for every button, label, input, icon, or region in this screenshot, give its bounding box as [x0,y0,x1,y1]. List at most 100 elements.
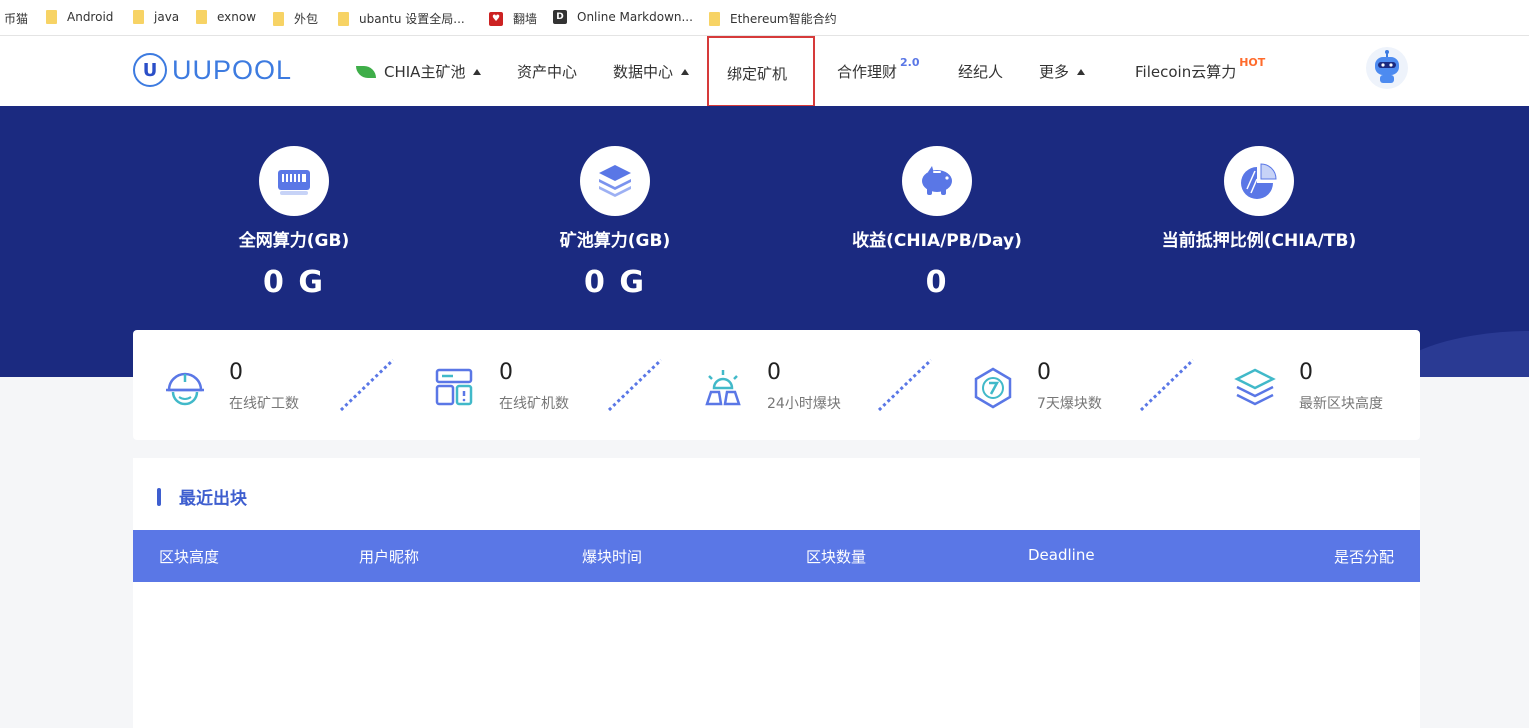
nav-label: CHIA主矿池 [384,63,466,81]
piggy-bank-icon [902,146,972,216]
column-header: 爆块时间 [582,548,643,566]
folder-icon [46,10,57,24]
folder-icon [338,11,349,26]
recent-blocks-title: 最近出块 [157,484,247,509]
folder-icon [133,10,144,24]
counter-value: 0 [499,360,513,385]
column-header: 区块数量 [806,548,867,566]
nav-broker[interactable]: 经纪人 [958,61,1003,82]
caret-up-icon [473,68,482,75]
bookmark-label: 币猫 [4,12,29,26]
nav-finance[interactable]: 合作理财 2.0 [837,56,920,82]
bookmark-ethereum[interactable]: Ethereum智能合约 [709,10,837,27]
dashed-divider [607,358,663,412]
bookmark-markdown[interactable]: D Online Markdown... [553,10,693,24]
vpn-favicon-icon: ♥ [489,11,503,26]
counter-online-workers: 0 在线矿工数 [163,360,299,413]
nav-label: 资产中心 [517,63,578,81]
bookmark-label: 翻墙 [513,12,538,26]
leaf-icon [356,65,376,78]
caret-up-icon [1077,68,1086,75]
pie-chart-icon [1224,146,1294,216]
bookmark-label: Android [67,10,114,24]
dashed-divider [1139,358,1195,412]
bookmark-label: java [154,10,180,24]
nav-bind-miner[interactable]: 绑定矿机 [727,63,787,84]
site-header: U UUPOOL CHIA主矿池 资产中心 数据中心 绑定矿机 合作理财 2.0… [0,36,1529,107]
bookmark-label: exnow [217,10,257,24]
logo-mark: U [133,53,167,87]
column-header: 是否分配 [1333,548,1394,566]
counter-label: 最新区块高度 [1299,396,1383,412]
nav-data-center[interactable]: 数据中心 [613,61,690,82]
nav-more[interactable]: 更多 [1039,61,1086,82]
alarm-icon [705,370,741,406]
nav-label: 经纪人 [958,63,1004,81]
nav-label: Filecoin云算力 [1135,63,1237,81]
column-header: Deadline [1028,546,1095,564]
bookmark-waibao[interactable]: 外包 [273,10,318,27]
bookmark-label: ubantu 设置全局... [359,12,465,26]
seven-day-icon [974,367,1012,409]
dashed-divider [339,358,395,412]
helmet-icon [166,372,204,406]
counter-label: 在线矿机数 [499,396,569,412]
stat-earnings: 收益(CHIA/PB/Day) 0 [812,146,1062,300]
stat-value: 0 [925,265,949,300]
logo-text: UUPOOL [172,54,293,85]
bookmark-exnow[interactable]: exnow [196,10,256,24]
bookmark-label: 外包 [294,12,319,26]
robot-avatar-icon [1375,50,1399,83]
folder-icon [273,11,284,26]
column-header: 用户昵称 [359,548,420,566]
stat-label: 矿池算力(GB) [559,231,671,251]
nav-label: 数据中心 [613,63,674,81]
nav-label: 合作理财 [837,63,898,81]
stat-pool-power: 矿池算力(GB) 0 G [490,146,740,300]
counter-label: 在线矿工数 [229,396,299,412]
bookmark-bimao[interactable]: 币猫 [4,10,28,27]
section-title: 最近出块 [179,489,247,509]
counter-value: 0 [767,360,781,385]
counter-24h-blocks: 0 24小时爆块 [701,360,841,413]
bookmark-label: Ethereum智能合约 [730,12,837,26]
caret-up-icon [681,68,690,75]
table-header: 区块高度 用户昵称 爆块时间 区块数量 Deadline 是否分配 [133,530,1420,582]
nav-assets[interactable]: 资产中心 [517,61,577,82]
counter-online-machines: 0 在线矿机数 [433,360,569,413]
counter-value: 0 [1299,360,1313,385]
nav-filecoin[interactable]: Filecoin云算力 HOT [1135,56,1265,82]
counter-latest-height: 0 最新区块高度 [1233,360,1383,413]
avatar[interactable] [1366,47,1408,89]
bookmarks-bar: 币猫 Android java exnow 外包 ubantu 设置全局... … [0,0,1529,36]
bookmark-ubantu[interactable]: ubantu 设置全局... [338,10,465,27]
recent-blocks-panel: 最近出块 区块高度 用户昵称 爆块时间 区块数量 Deadline 是否分配 [133,458,1420,728]
nav-chia-pool[interactable]: CHIA主矿池 [356,61,482,82]
title-accent-bar [157,487,161,506]
markdown-favicon-icon: D [553,10,567,24]
counter-label: 24小时爆块 [767,396,841,412]
hard-drive-icon [259,146,329,216]
stat-label: 当前抵押比例(CHIA/TB) [1161,231,1357,251]
logo[interactable]: U UUPOOL [133,53,292,87]
stat-pledge-ratio: 当前抵押比例(CHIA/TB) [1134,146,1384,265]
bookmark-android[interactable]: Android [46,10,113,24]
bookmark-java[interactable]: java [133,10,179,24]
version-badge: 2.0 [900,56,920,69]
bookmark-label: Online Markdown... [577,10,693,24]
stat-value: 0 G [263,265,325,300]
bookmark-fanqiang[interactable]: ♥ 翻墙 [489,10,537,27]
column-header: 区块高度 [159,548,220,566]
hot-badge: HOT [1239,56,1266,69]
counter-value: 0 [229,360,243,385]
counters-card: 0 在线矿工数 0 在线矿机数 0 24小时爆块 0 7天爆块数 0 最新区块高… [133,330,1420,440]
nav-label: 更多 [1039,63,1070,81]
stack-icon [1234,368,1276,406]
nav-label: 绑定矿机 [727,65,788,83]
server-icon [435,368,473,406]
folder-icon [709,11,720,26]
counter-label: 7天爆块数 [1037,396,1102,412]
stat-label: 全网算力(GB) [238,231,350,251]
stat-label: 收益(CHIA/PB/Day) [852,231,1022,251]
stat-network-power: 全网算力(GB) 0 G [169,146,419,300]
